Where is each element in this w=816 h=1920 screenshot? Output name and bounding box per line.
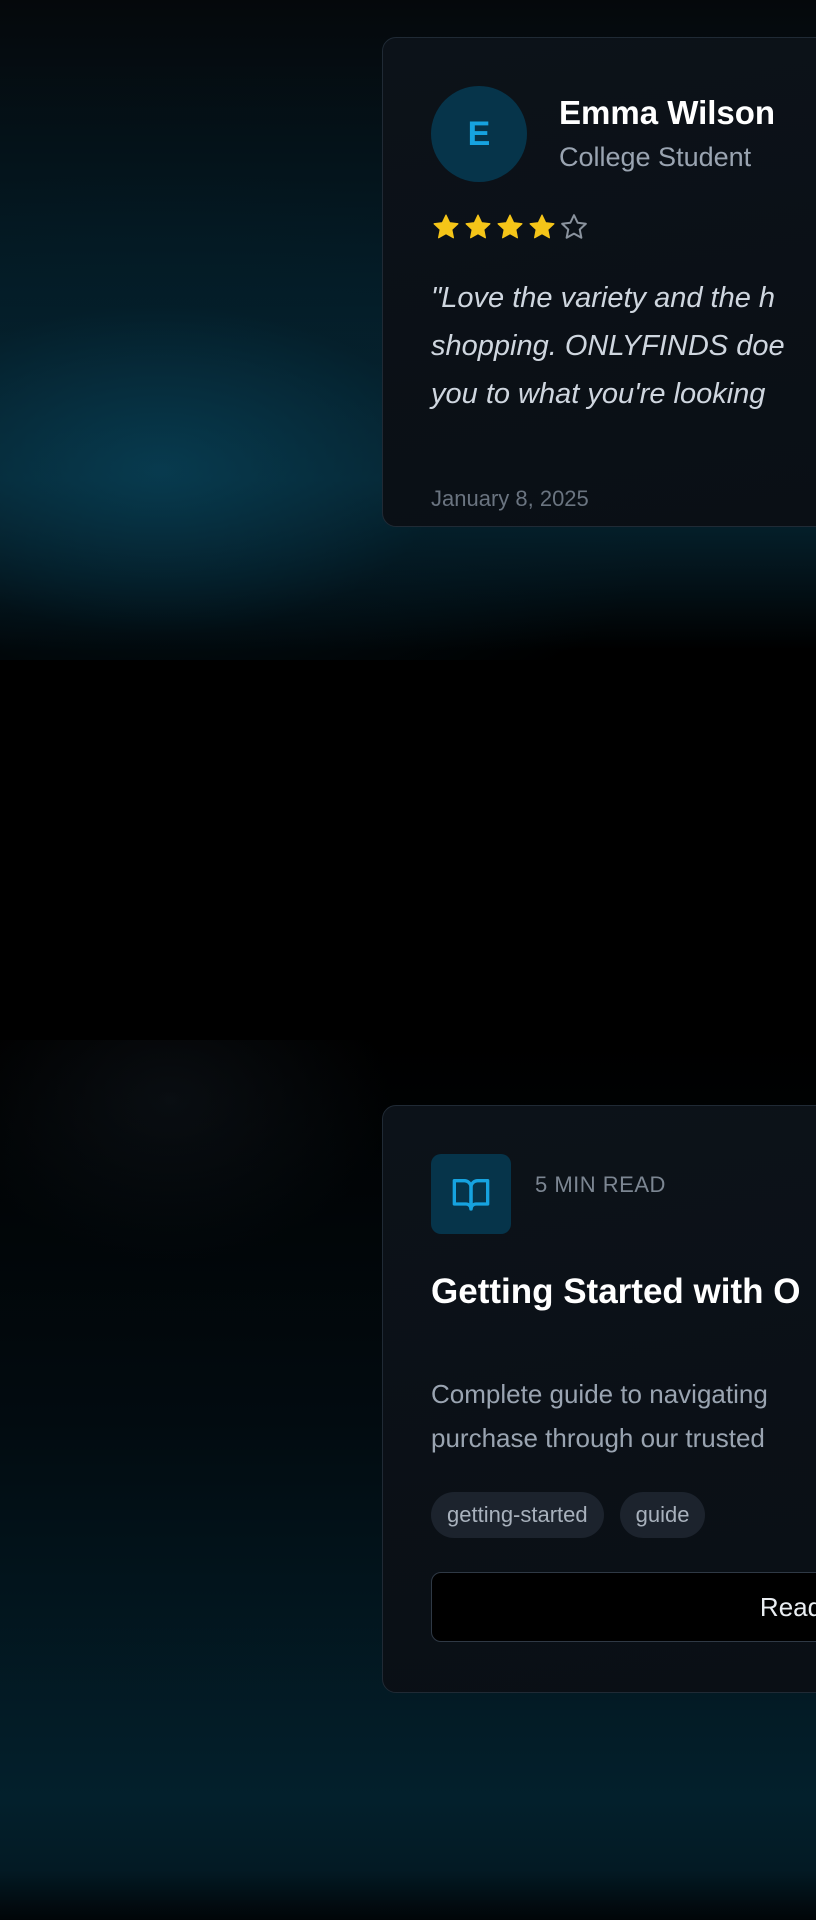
star-filled-icon	[433, 214, 459, 239]
blog-card[interactable]: 5 MIN READ Getting Started with O Comple…	[382, 1105, 816, 1693]
reviewer-role: College Student	[559, 142, 752, 172]
book-open-icon	[431, 1154, 511, 1234]
star-filled-icon	[529, 214, 555, 239]
tag-getting-started[interactable]: getting-started	[431, 1492, 604, 1538]
blog-excerpt: Complete guide to navigating purchase th…	[431, 1372, 816, 1460]
review-date: January 8, 2025	[431, 486, 589, 511]
star-filled-icon	[465, 214, 491, 239]
review-quote-line: "Love the variety and the h	[431, 282, 776, 314]
review-card: E Emma Wilson College Student "Love the …	[382, 37, 816, 527]
star-filled-icon	[497, 214, 523, 239]
testimonials-section: E Emma Wilson College Student "Love the …	[0, 0, 816, 660]
reviewer-name: Emma Wilson	[559, 94, 776, 131]
blog-title[interactable]: Getting Started with O	[431, 1272, 800, 1312]
tag-list: getting-started guide	[431, 1492, 706, 1538]
review-quote: "Love the variety and the h shopping. ON…	[431, 274, 816, 418]
tag-guide[interactable]: guide	[619, 1492, 706, 1538]
read-time: 5 MIN READ	[535, 1172, 666, 1197]
blog-excerpt-line: purchase through our trusted	[431, 1423, 765, 1453]
review-quote-line: shopping. ONLYFINDS doe	[431, 330, 785, 362]
avatar-initial: E	[467, 114, 491, 153]
review-quote-line: you to what you're looking	[431, 378, 766, 410]
star-empty-icon	[561, 214, 587, 239]
blog-excerpt-line: Complete guide to navigating	[431, 1379, 768, 1409]
read-more-button[interactable]: Read	[431, 1572, 816, 1642]
star-rating	[431, 212, 589, 246]
avatar: E	[431, 86, 527, 182]
